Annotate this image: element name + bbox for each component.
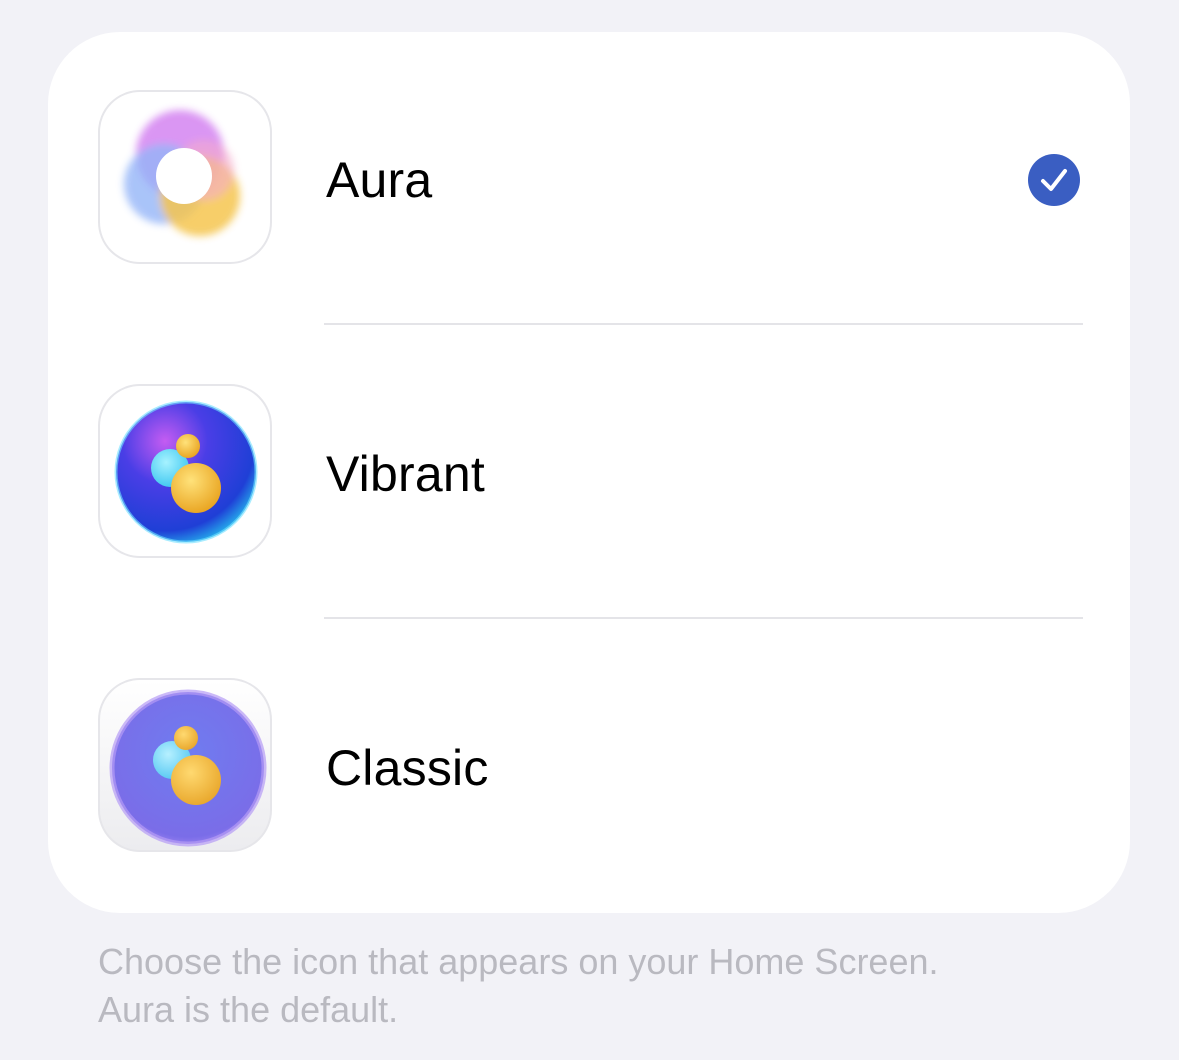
footnote: Choose the icon that appears on your Hom… [98,938,1138,1034]
option-label: Aura [326,152,433,208]
classic-icon [98,678,272,852]
divider [324,617,1083,619]
checkmark-icon [1028,154,1080,206]
app-icon-options-card: Aura Vibrant Classic [48,32,1130,913]
vibrant-icon [98,384,272,558]
footnote-line: Aura is the default. [98,989,399,1030]
option-label: Vibrant [326,446,485,502]
footnote-line: Choose the icon that appears on your Hom… [98,941,939,982]
aura-icon [98,90,272,264]
divider [324,323,1083,325]
icon-option-vibrant[interactable]: Vibrant [48,326,1130,620]
option-label: Classic [326,740,489,796]
icon-option-classic[interactable]: Classic [48,620,1130,914]
icon-option-aura[interactable]: Aura [48,32,1130,326]
